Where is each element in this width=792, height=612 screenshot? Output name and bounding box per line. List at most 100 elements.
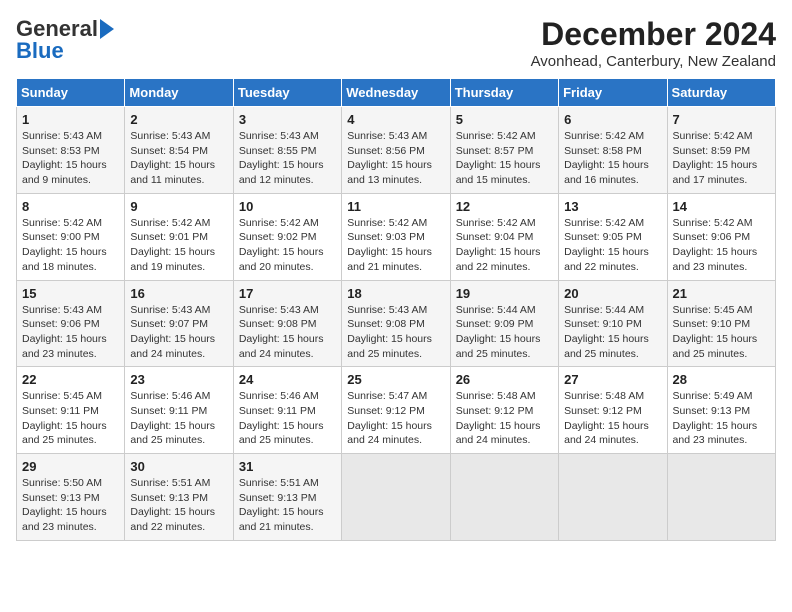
calendar-day-cell: 24 Sunrise: 5:46 AMSunset: 9:11 PMDaylig… — [233, 367, 341, 454]
day-info: Sunrise: 5:42 AMSunset: 9:03 PMDaylight:… — [347, 216, 444, 275]
logo-blue: Blue — [16, 38, 64, 64]
calendar-day-cell: 15 Sunrise: 5:43 AMSunset: 9:06 PMDaylig… — [17, 280, 125, 367]
calendar-day-cell: 13 Sunrise: 5:42 AMSunset: 9:05 PMDaylig… — [559, 193, 667, 280]
day-info: Sunrise: 5:43 AMSunset: 8:55 PMDaylight:… — [239, 129, 336, 188]
day-number: 27 — [564, 372, 661, 387]
calendar-day-cell: 1 Sunrise: 5:43 AMSunset: 8:53 PMDayligh… — [17, 107, 125, 194]
day-of-week-header: Sunday — [17, 79, 125, 107]
calendar-day-cell: 26 Sunrise: 5:48 AMSunset: 9:12 PMDaylig… — [450, 367, 558, 454]
calendar-table: SundayMondayTuesdayWednesdayThursdayFrid… — [16, 78, 776, 541]
day-info: Sunrise: 5:43 AMSunset: 9:08 PMDaylight:… — [347, 303, 444, 362]
day-number: 12 — [456, 199, 553, 214]
calendar-body: 1 Sunrise: 5:43 AMSunset: 8:53 PMDayligh… — [17, 107, 776, 541]
calendar-day-cell: 23 Sunrise: 5:46 AMSunset: 9:11 PMDaylig… — [125, 367, 233, 454]
day-number: 14 — [673, 199, 770, 214]
day-number: 19 — [456, 286, 553, 301]
day-number: 5 — [456, 112, 553, 127]
calendar-day-cell: 11 Sunrise: 5:42 AMSunset: 9:03 PMDaylig… — [342, 193, 450, 280]
empty-cell — [559, 454, 667, 541]
day-number: 15 — [22, 286, 119, 301]
calendar-day-cell: 9 Sunrise: 5:42 AMSunset: 9:01 PMDayligh… — [125, 193, 233, 280]
day-info: Sunrise: 5:42 AMSunset: 9:01 PMDaylight:… — [130, 216, 227, 275]
day-info: Sunrise: 5:43 AMSunset: 8:53 PMDaylight:… — [22, 129, 119, 188]
day-info: Sunrise: 5:45 AMSunset: 9:10 PMDaylight:… — [673, 303, 770, 362]
day-number: 31 — [239, 459, 336, 474]
day-number: 1 — [22, 112, 119, 127]
calendar-day-cell: 30 Sunrise: 5:51 AMSunset: 9:13 PMDaylig… — [125, 454, 233, 541]
calendar-day-cell: 19 Sunrise: 5:44 AMSunset: 9:09 PMDaylig… — [450, 280, 558, 367]
day-number: 17 — [239, 286, 336, 301]
day-number: 2 — [130, 112, 227, 127]
day-of-week-header: Saturday — [667, 79, 775, 107]
day-info: Sunrise: 5:44 AMSunset: 9:09 PMDaylight:… — [456, 303, 553, 362]
calendar-day-cell: 3 Sunrise: 5:43 AMSunset: 8:55 PMDayligh… — [233, 107, 341, 194]
calendar-day-cell: 17 Sunrise: 5:43 AMSunset: 9:08 PMDaylig… — [233, 280, 341, 367]
day-number: 23 — [130, 372, 227, 387]
day-number: 3 — [239, 112, 336, 127]
calendar-week-row: 22 Sunrise: 5:45 AMSunset: 9:11 PMDaylig… — [17, 367, 776, 454]
day-info: Sunrise: 5:43 AMSunset: 8:54 PMDaylight:… — [130, 129, 227, 188]
calendar-day-cell: 8 Sunrise: 5:42 AMSunset: 9:00 PMDayligh… — [17, 193, 125, 280]
day-number: 18 — [347, 286, 444, 301]
calendar-day-cell: 16 Sunrise: 5:43 AMSunset: 9:07 PMDaylig… — [125, 280, 233, 367]
calendar-day-cell: 25 Sunrise: 5:47 AMSunset: 9:12 PMDaylig… — [342, 367, 450, 454]
empty-cell — [450, 454, 558, 541]
day-number: 21 — [673, 286, 770, 301]
day-number: 11 — [347, 199, 444, 214]
days-of-week-row: SundayMondayTuesdayWednesdayThursdayFrid… — [17, 79, 776, 107]
day-info: Sunrise: 5:42 AMSunset: 9:06 PMDaylight:… — [673, 216, 770, 275]
day-info: Sunrise: 5:50 AMSunset: 9:13 PMDaylight:… — [22, 476, 119, 535]
calendar-day-cell: 31 Sunrise: 5:51 AMSunset: 9:13 PMDaylig… — [233, 454, 341, 541]
day-info: Sunrise: 5:44 AMSunset: 9:10 PMDaylight:… — [564, 303, 661, 362]
day-info: Sunrise: 5:43 AMSunset: 9:06 PMDaylight:… — [22, 303, 119, 362]
day-of-week-header: Tuesday — [233, 79, 341, 107]
day-number: 13 — [564, 199, 661, 214]
calendar-week-row: 29 Sunrise: 5:50 AMSunset: 9:13 PMDaylig… — [17, 454, 776, 541]
day-info: Sunrise: 5:51 AMSunset: 9:13 PMDaylight:… — [130, 476, 227, 535]
calendar-header: SundayMondayTuesdayWednesdayThursdayFrid… — [17, 79, 776, 107]
title-block: December 2024 Avonhead, Canterbury, New … — [531, 16, 776, 70]
month-year-title: December 2024 — [531, 16, 776, 53]
day-of-week-header: Monday — [125, 79, 233, 107]
calendar-day-cell: 10 Sunrise: 5:42 AMSunset: 9:02 PMDaylig… — [233, 193, 341, 280]
day-info: Sunrise: 5:42 AMSunset: 9:04 PMDaylight:… — [456, 216, 553, 275]
day-info: Sunrise: 5:49 AMSunset: 9:13 PMDaylight:… — [673, 389, 770, 448]
calendar-day-cell: 4 Sunrise: 5:43 AMSunset: 8:56 PMDayligh… — [342, 107, 450, 194]
day-of-week-header: Thursday — [450, 79, 558, 107]
calendar-day-cell: 27 Sunrise: 5:48 AMSunset: 9:12 PMDaylig… — [559, 367, 667, 454]
logo: General Blue — [16, 16, 114, 64]
location-subtitle: Avonhead, Canterbury, New Zealand — [531, 53, 776, 70]
day-number: 16 — [130, 286, 227, 301]
calendar-day-cell: 2 Sunrise: 5:43 AMSunset: 8:54 PMDayligh… — [125, 107, 233, 194]
calendar-week-row: 8 Sunrise: 5:42 AMSunset: 9:00 PMDayligh… — [17, 193, 776, 280]
calendar-day-cell: 7 Sunrise: 5:42 AMSunset: 8:59 PMDayligh… — [667, 107, 775, 194]
day-number: 9 — [130, 199, 227, 214]
day-info: Sunrise: 5:42 AMSunset: 8:59 PMDaylight:… — [673, 129, 770, 188]
calendar-day-cell: 5 Sunrise: 5:42 AMSunset: 8:57 PMDayligh… — [450, 107, 558, 194]
calendar-day-cell: 12 Sunrise: 5:42 AMSunset: 9:04 PMDaylig… — [450, 193, 558, 280]
calendar-day-cell: 14 Sunrise: 5:42 AMSunset: 9:06 PMDaylig… — [667, 193, 775, 280]
day-of-week-header: Wednesday — [342, 79, 450, 107]
day-info: Sunrise: 5:46 AMSunset: 9:11 PMDaylight:… — [130, 389, 227, 448]
day-info: Sunrise: 5:45 AMSunset: 9:11 PMDaylight:… — [22, 389, 119, 448]
calendar-day-cell: 29 Sunrise: 5:50 AMSunset: 9:13 PMDaylig… — [17, 454, 125, 541]
day-info: Sunrise: 5:48 AMSunset: 9:12 PMDaylight:… — [564, 389, 661, 448]
day-number: 24 — [239, 372, 336, 387]
calendar-day-cell: 18 Sunrise: 5:43 AMSunset: 9:08 PMDaylig… — [342, 280, 450, 367]
day-info: Sunrise: 5:42 AMSunset: 8:58 PMDaylight:… — [564, 129, 661, 188]
day-info: Sunrise: 5:51 AMSunset: 9:13 PMDaylight:… — [239, 476, 336, 535]
day-info: Sunrise: 5:48 AMSunset: 9:12 PMDaylight:… — [456, 389, 553, 448]
day-info: Sunrise: 5:43 AMSunset: 8:56 PMDaylight:… — [347, 129, 444, 188]
day-info: Sunrise: 5:42 AMSunset: 8:57 PMDaylight:… — [456, 129, 553, 188]
empty-cell — [667, 454, 775, 541]
day-info: Sunrise: 5:43 AMSunset: 9:08 PMDaylight:… — [239, 303, 336, 362]
day-info: Sunrise: 5:43 AMSunset: 9:07 PMDaylight:… — [130, 303, 227, 362]
day-info: Sunrise: 5:47 AMSunset: 9:12 PMDaylight:… — [347, 389, 444, 448]
day-number: 10 — [239, 199, 336, 214]
page-header: General Blue December 2024 Avonhead, Can… — [16, 16, 776, 70]
day-info: Sunrise: 5:42 AMSunset: 9:02 PMDaylight:… — [239, 216, 336, 275]
day-number: 8 — [22, 199, 119, 214]
calendar-day-cell: 21 Sunrise: 5:45 AMSunset: 9:10 PMDaylig… — [667, 280, 775, 367]
day-of-week-header: Friday — [559, 79, 667, 107]
day-number: 4 — [347, 112, 444, 127]
